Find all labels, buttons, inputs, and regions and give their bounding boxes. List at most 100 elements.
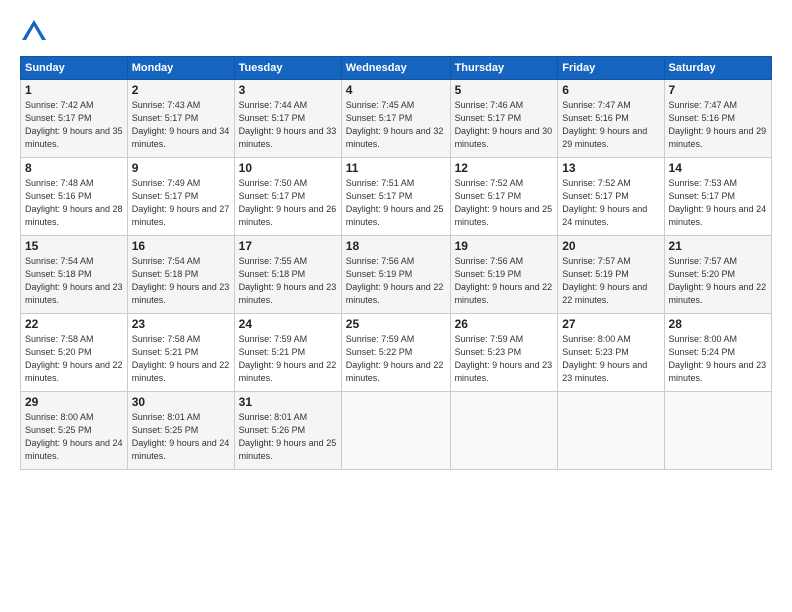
day-info: Sunrise: 7:45 AMSunset: 5:17 PMDaylight:…	[346, 99, 446, 151]
calendar-cell: 15 Sunrise: 7:54 AMSunset: 5:18 PMDayligh…	[21, 236, 128, 314]
day-number: 15	[25, 239, 123, 253]
calendar-cell: 1 Sunrise: 7:42 AMSunset: 5:17 PMDaylight…	[21, 80, 128, 158]
calendar-body: 1 Sunrise: 7:42 AMSunset: 5:17 PMDaylight…	[21, 80, 772, 470]
weekday-header-wednesday: Wednesday	[341, 57, 450, 80]
day-info: Sunrise: 8:00 AMSunset: 5:23 PMDaylight:…	[562, 333, 659, 385]
day-info: Sunrise: 7:55 AMSunset: 5:18 PMDaylight:…	[239, 255, 337, 307]
day-info: Sunrise: 7:57 AMSunset: 5:20 PMDaylight:…	[669, 255, 767, 307]
day-number: 28	[669, 317, 767, 331]
calendar-cell: 11 Sunrise: 7:51 AMSunset: 5:17 PMDayligh…	[341, 158, 450, 236]
weekday-header-thursday: Thursday	[450, 57, 558, 80]
day-info: Sunrise: 8:00 AMSunset: 5:24 PMDaylight:…	[669, 333, 767, 385]
day-number: 20	[562, 239, 659, 253]
day-number: 10	[239, 161, 337, 175]
calendar-cell: 5 Sunrise: 7:46 AMSunset: 5:17 PMDaylight…	[450, 80, 558, 158]
weekday-header-row: SundayMondayTuesdayWednesdayThursdayFrid…	[21, 57, 772, 80]
day-number: 16	[132, 239, 230, 253]
calendar-week-row: 22Sunrise: 7:58 AMSunset: 5:20 PMDayligh…	[21, 314, 772, 392]
calendar-cell: 25Sunrise: 7:59 AMSunset: 5:22 PMDayligh…	[341, 314, 450, 392]
day-info: Sunrise: 7:42 AMSunset: 5:17 PMDaylight:…	[25, 99, 123, 151]
day-number: 3	[239, 83, 337, 97]
calendar-cell: 9 Sunrise: 7:49 AMSunset: 5:17 PMDaylight…	[127, 158, 234, 236]
calendar-cell: 18Sunrise: 7:56 AMSunset: 5:19 PMDayligh…	[341, 236, 450, 314]
day-info: Sunrise: 7:48 AMSunset: 5:16 PMDaylight:…	[25, 177, 123, 229]
calendar-cell: 27Sunrise: 8:00 AMSunset: 5:23 PMDayligh…	[558, 314, 664, 392]
day-info: Sunrise: 7:46 AMSunset: 5:17 PMDaylight:…	[455, 99, 554, 151]
calendar-week-row: 1 Sunrise: 7:42 AMSunset: 5:17 PMDaylight…	[21, 80, 772, 158]
day-number: 9	[132, 161, 230, 175]
calendar-cell: 29Sunrise: 8:00 AMSunset: 5:25 PMDayligh…	[21, 392, 128, 470]
calendar-week-row: 8 Sunrise: 7:48 AMSunset: 5:16 PMDaylight…	[21, 158, 772, 236]
calendar-cell: 6Sunrise: 7:47 AMSunset: 5:16 PMDaylight…	[558, 80, 664, 158]
day-number: 14	[669, 161, 767, 175]
day-number: 13	[562, 161, 659, 175]
calendar-cell: 28 Sunrise: 8:00 AMSunset: 5:24 PMDayligh…	[664, 314, 771, 392]
day-number: 5	[455, 83, 554, 97]
day-number: 11	[346, 161, 446, 175]
calendar-cell	[450, 392, 558, 470]
calendar-cell	[664, 392, 771, 470]
calendar-cell: 24 Sunrise: 7:59 AMSunset: 5:21 PMDayligh…	[234, 314, 341, 392]
weekday-header-friday: Friday	[558, 57, 664, 80]
calendar-week-row: 29Sunrise: 8:00 AMSunset: 5:25 PMDayligh…	[21, 392, 772, 470]
day-info: Sunrise: 7:59 AMSunset: 5:22 PMDaylight:…	[346, 333, 446, 385]
header	[20, 18, 772, 46]
day-number: 1	[25, 83, 123, 97]
calendar-cell: 21 Sunrise: 7:57 AMSunset: 5:20 PMDayligh…	[664, 236, 771, 314]
day-info: Sunrise: 7:44 AMSunset: 5:17 PMDaylight:…	[239, 99, 337, 151]
logo	[20, 18, 52, 46]
weekday-header-monday: Monday	[127, 57, 234, 80]
calendar-cell: 14 Sunrise: 7:53 AMSunset: 5:17 PMDayligh…	[664, 158, 771, 236]
day-number: 7	[669, 83, 767, 97]
day-number: 23	[132, 317, 230, 331]
page: SundayMondayTuesdayWednesdayThursdayFrid…	[0, 0, 792, 612]
day-info: Sunrise: 7:57 AMSunset: 5:19 PMDaylight:…	[562, 255, 659, 307]
day-number: 21	[669, 239, 767, 253]
day-number: 19	[455, 239, 554, 253]
calendar-cell: 17 Sunrise: 7:55 AMSunset: 5:18 PMDayligh…	[234, 236, 341, 314]
day-number: 17	[239, 239, 337, 253]
calendar-cell: 3 Sunrise: 7:44 AMSunset: 5:17 PMDaylight…	[234, 80, 341, 158]
day-info: Sunrise: 7:59 AMSunset: 5:21 PMDaylight:…	[239, 333, 337, 385]
weekday-header-tuesday: Tuesday	[234, 57, 341, 80]
day-info: Sunrise: 7:43 AMSunset: 5:17 PMDaylight:…	[132, 99, 230, 151]
calendar-cell: 30 Sunrise: 8:01 AMSunset: 5:25 PMDayligh…	[127, 392, 234, 470]
day-number: 8	[25, 161, 123, 175]
day-info: Sunrise: 7:49 AMSunset: 5:17 PMDaylight:…	[132, 177, 230, 229]
day-info: Sunrise: 7:53 AMSunset: 5:17 PMDaylight:…	[669, 177, 767, 229]
calendar-cell: 7 Sunrise: 7:47 AMSunset: 5:16 PMDaylight…	[664, 80, 771, 158]
day-info: Sunrise: 8:01 AMSunset: 5:26 PMDaylight:…	[239, 411, 337, 463]
day-number: 24	[239, 317, 337, 331]
calendar-cell: 8 Sunrise: 7:48 AMSunset: 5:16 PMDaylight…	[21, 158, 128, 236]
day-info: Sunrise: 7:58 AMSunset: 5:21 PMDaylight:…	[132, 333, 230, 385]
calendar-week-row: 15 Sunrise: 7:54 AMSunset: 5:18 PMDayligh…	[21, 236, 772, 314]
calendar-header: SundayMondayTuesdayWednesdayThursdayFrid…	[21, 57, 772, 80]
day-info: Sunrise: 7:47 AMSunset: 5:16 PMDaylight:…	[562, 99, 659, 151]
day-number: 31	[239, 395, 337, 409]
day-info: Sunrise: 7:59 AMSunset: 5:23 PMDaylight:…	[455, 333, 554, 385]
calendar-cell: 13Sunrise: 7:52 AMSunset: 5:17 PMDayligh…	[558, 158, 664, 236]
day-info: Sunrise: 7:52 AMSunset: 5:17 PMDaylight:…	[455, 177, 554, 229]
day-number: 12	[455, 161, 554, 175]
day-number: 30	[132, 395, 230, 409]
day-info: Sunrise: 7:54 AMSunset: 5:18 PMDaylight:…	[25, 255, 123, 307]
day-info: Sunrise: 7:51 AMSunset: 5:17 PMDaylight:…	[346, 177, 446, 229]
day-info: Sunrise: 7:56 AMSunset: 5:19 PMDaylight:…	[455, 255, 554, 307]
calendar-cell: 12 Sunrise: 7:52 AMSunset: 5:17 PMDayligh…	[450, 158, 558, 236]
calendar-cell: 26 Sunrise: 7:59 AMSunset: 5:23 PMDayligh…	[450, 314, 558, 392]
logo-icon	[20, 18, 48, 46]
day-number: 29	[25, 395, 123, 409]
day-number: 26	[455, 317, 554, 331]
calendar-cell	[341, 392, 450, 470]
day-number: 18	[346, 239, 446, 253]
day-info: Sunrise: 7:50 AMSunset: 5:17 PMDaylight:…	[239, 177, 337, 229]
day-number: 4	[346, 83, 446, 97]
calendar-cell	[558, 392, 664, 470]
day-info: Sunrise: 8:01 AMSunset: 5:25 PMDaylight:…	[132, 411, 230, 463]
day-info: Sunrise: 7:58 AMSunset: 5:20 PMDaylight:…	[25, 333, 123, 385]
calendar-cell: 2Sunrise: 7:43 AMSunset: 5:17 PMDaylight…	[127, 80, 234, 158]
weekday-header-saturday: Saturday	[664, 57, 771, 80]
day-info: Sunrise: 7:47 AMSunset: 5:16 PMDaylight:…	[669, 99, 767, 151]
calendar-cell: 31 Sunrise: 8:01 AMSunset: 5:26 PMDayligh…	[234, 392, 341, 470]
calendar-cell: 20 Sunrise: 7:57 AMSunset: 5:19 PMDayligh…	[558, 236, 664, 314]
